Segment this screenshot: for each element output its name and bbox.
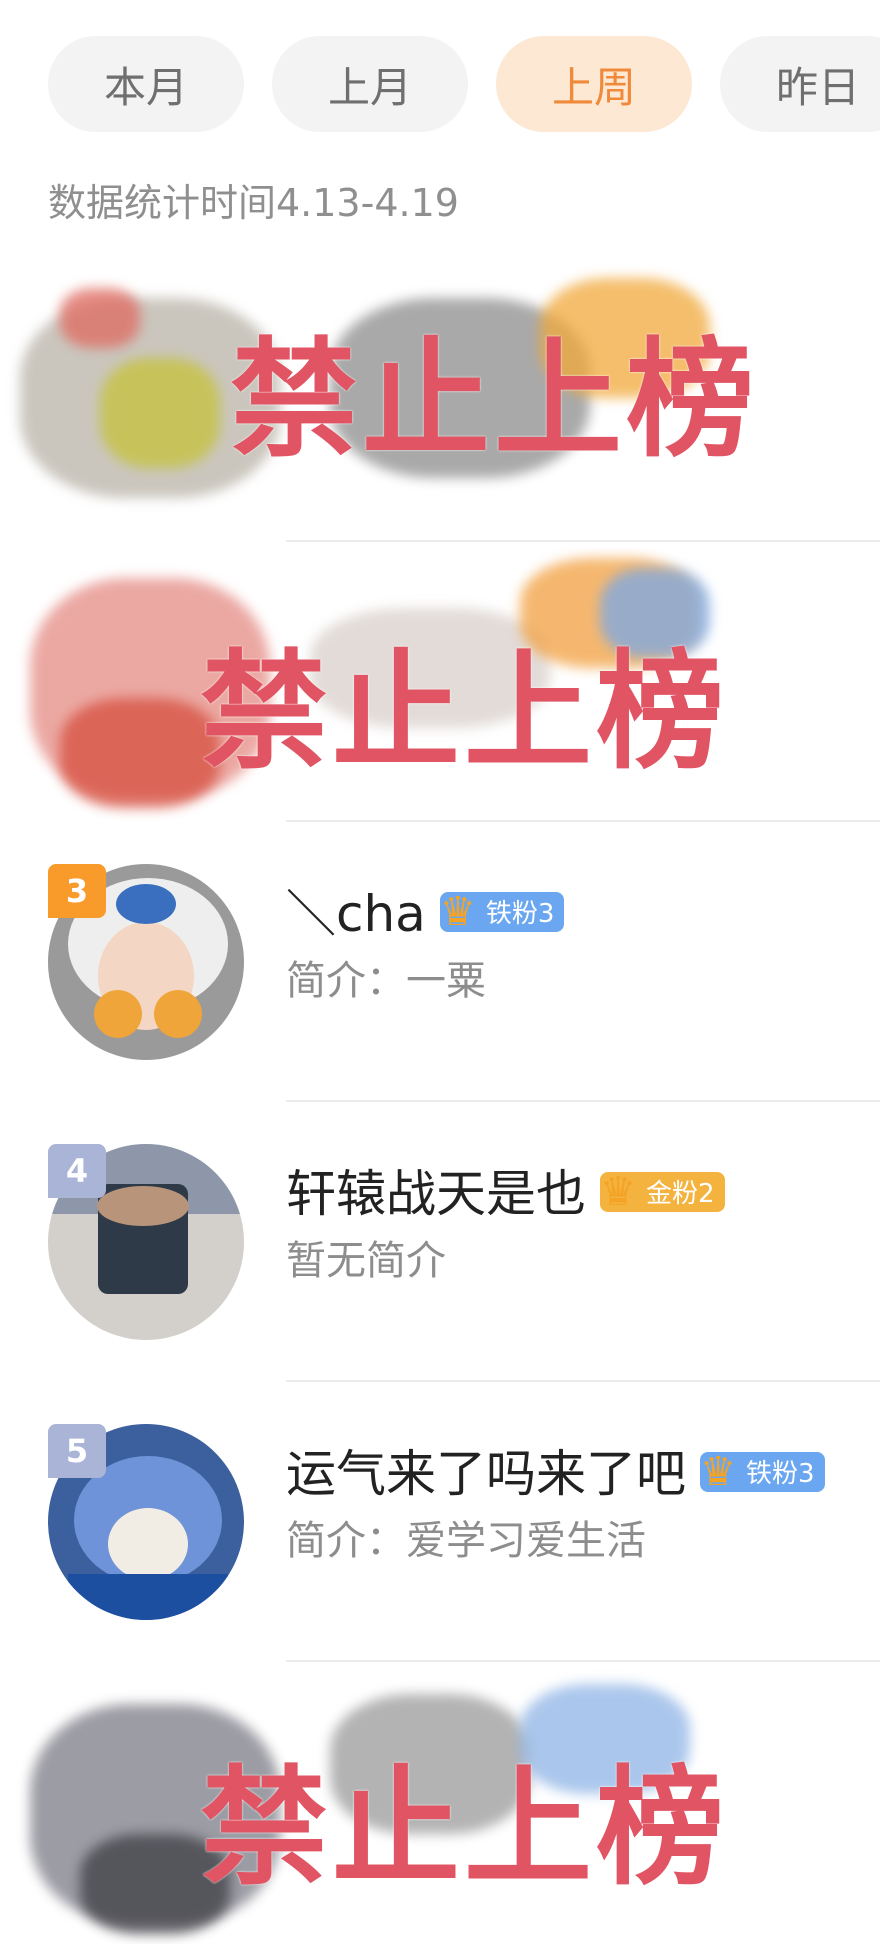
user-intro: 简介：爱学习爱生活 [286, 1518, 646, 1564]
banned-stamp: 禁止上榜 [200, 1754, 729, 1903]
rank-badge: 3 [48, 864, 106, 918]
fan-level-badge: ♛ 金粉2 [600, 1169, 725, 1215]
user-intro: 简介：一粟 [286, 958, 486, 1004]
period-tabs: 本月 上月 上周 昨日 [48, 36, 880, 132]
user-name[interactable]: 轩辕战天是也 ♛ 金粉2 [286, 1154, 725, 1226]
user-intro: 暂无简介 [286, 1238, 446, 1284]
stat-period: 数据统计时间4.13-4.19 [48, 181, 459, 225]
fan-level-label: 铁粉3 [746, 1459, 815, 1489]
banned-stamp: 禁止上榜 [200, 638, 729, 787]
divider [286, 540, 880, 542]
user-name[interactable]: 运气来了吗来了吧 ♛ 铁粉3 [286, 1434, 825, 1506]
user-name-text: 运气来了吗来了吧 [286, 1445, 686, 1503]
tab-last-month[interactable]: 上月 [272, 36, 468, 132]
fan-level-label: 铁粉3 [485, 899, 555, 929]
tab-last-week[interactable]: 上周 [496, 36, 692, 132]
rank-badge: 4 [48, 1144, 106, 1198]
user-name[interactable]: ＼cha ♛ 铁粉3 [286, 874, 565, 946]
user-name-text: 轩辕战天是也 [286, 1165, 586, 1223]
tab-yesterday[interactable]: 昨日 [720, 36, 880, 132]
banned-entry: 禁止上榜 [0, 258, 880, 538]
list-item[interactable]: 5 运气来了吗来了吧 ♛ 铁粉3 简介：爱学习爱生活 [0, 1382, 880, 1662]
divider [286, 1660, 880, 1662]
banned-stamp: 禁止上榜 [230, 326, 759, 475]
fan-level-label: 金粉2 [646, 1179, 715, 1209]
user-name-text: ＼cha [286, 885, 426, 943]
fan-level-badge: ♛ 铁粉3 [700, 1449, 825, 1495]
crown-icon: ♛ [439, 888, 476, 935]
crown-icon: ♛ [700, 1448, 736, 1495]
banned-entry: 禁止上榜 [0, 548, 880, 828]
list-item[interactable]: 4 轩辕战天是也 ♛ 金粉2 暂无简介 [0, 1102, 880, 1382]
tab-this-month[interactable]: 本月 [48, 36, 244, 132]
rank-badge: 5 [48, 1424, 106, 1478]
fan-level-badge: ♛ 铁粉3 [439, 889, 565, 935]
banned-entry: 禁止上榜 [0, 1664, 880, 1944]
crown-icon: ♛ [600, 1168, 636, 1215]
list-item[interactable]: 3 ＼cha ♛ 铁粉3 简介：一粟 [0, 822, 880, 1102]
